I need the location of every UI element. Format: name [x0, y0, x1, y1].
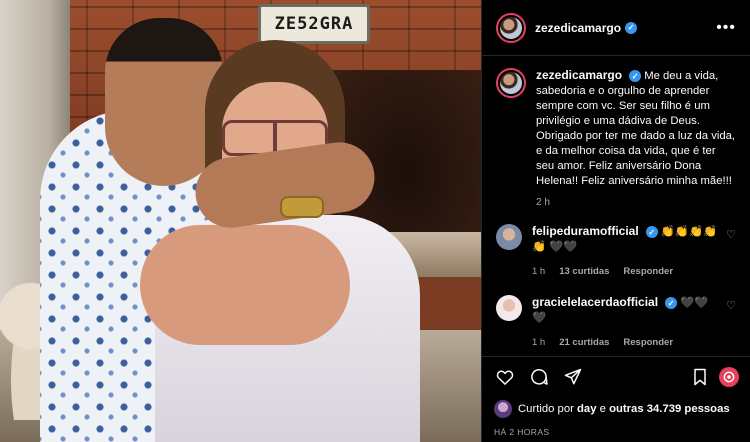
action-icons	[494, 365, 739, 389]
post-actions: Curtido por day e outras 34.739 pessoas …	[482, 356, 750, 442]
caption-text: Me deu a vida, sabedoria e o orgulho de …	[536, 70, 736, 187]
gold-watch	[280, 196, 324, 218]
likes-others[interactable]: outras 34.739 pessoas	[609, 403, 730, 415]
woman-arms	[140, 225, 350, 345]
post-timestamp[interactable]: HÁ 2 HORAS	[494, 427, 739, 437]
avatar-image	[500, 72, 522, 94]
verified-icon: ✓	[665, 297, 678, 310]
liker-username[interactable]: day	[577, 403, 596, 415]
verified-icon: ✓	[645, 226, 658, 239]
comment-avatar[interactable]	[496, 295, 522, 321]
reply-button[interactable]: Responder	[623, 335, 673, 350]
license-plate: ZE52GRA	[258, 4, 370, 44]
comment-body: felipeduramofficial ✓ 👏👏👏👏👏 🖤🖤 1 h 13 cur…	[532, 224, 736, 279]
comment-avatar[interactable]	[496, 224, 522, 250]
post-photo[interactable]: ZE52GRA	[0, 0, 481, 442]
comment-time[interactable]: 1 h	[532, 264, 545, 279]
comments-section[interactable]: zezedicamargo ✓ Me deu a vida, sabedoria …	[482, 56, 750, 356]
share-icon[interactable]	[562, 366, 584, 388]
comment-heart-icon[interactable]: ♡	[726, 299, 736, 312]
caption-avatar[interactable]	[496, 68, 526, 98]
comment-meta: 1 h 13 curtidas Responder	[532, 264, 718, 279]
caption: zezedicamargo ✓ Me deu a vida, sabedoria …	[496, 68, 736, 208]
verified-icon: ✓	[625, 21, 638, 34]
comment-heart-icon[interactable]: ♡	[726, 228, 736, 241]
comment-icon[interactable]	[528, 366, 550, 388]
comment-time[interactable]: 1 h	[532, 335, 545, 350]
promote-icon[interactable]	[719, 367, 739, 387]
likes-prefix: Curtido por	[518, 403, 574, 415]
reply-button[interactable]: Responder	[623, 264, 673, 279]
header-username[interactable]: zezedicamargo	[535, 21, 621, 35]
post-side-panel: zezedicamargo ✓ ••• zezedicamargo ✓ Me de…	[481, 0, 750, 442]
liker-avatar[interactable]	[494, 400, 512, 418]
heart-icon[interactable]	[494, 366, 516, 388]
comment-item: felipeduramofficial ✓ 👏👏👏👏👏 🖤🖤 1 h 13 cur…	[496, 224, 736, 279]
likes-connector: e	[599, 403, 606, 415]
profile-avatar[interactable]	[496, 12, 526, 43]
caption-username[interactable]: zezedicamargo	[536, 68, 622, 82]
verified-icon: ✓	[629, 70, 642, 83]
post-header: zezedicamargo ✓ •••	[482, 0, 750, 56]
likes-summary[interactable]: Curtido por day e outras 34.739 pessoas	[494, 400, 739, 418]
caption-time[interactable]: 2 h	[536, 197, 736, 208]
comment-item: gracielelacerdaofficial ✓ 🖤🖤🖤 1 h 21 curt…	[496, 295, 736, 350]
comment-likes[interactable]: 21 curtidas	[559, 335, 609, 350]
bookmark-icon[interactable]	[689, 366, 711, 388]
caption-text-block: zezedicamargo ✓ Me deu a vida, sabedoria …	[536, 68, 736, 189]
comment-body: gracielelacerdaofficial ✓ 🖤🖤🖤 1 h 21 curt…	[532, 295, 736, 350]
avatar-image	[500, 16, 522, 39]
caption-content: zezedicamargo ✓ Me deu a vida, sabedoria …	[536, 68, 736, 208]
more-options-icon[interactable]: •••	[716, 19, 736, 36]
comment-username[interactable]: gracielelacerdaofficial	[532, 295, 658, 309]
instagram-post: ZE52GRA zezedicamargo ✓ ••• zezedicamarg…	[0, 0, 750, 442]
comment-meta: 1 h 21 curtidas Responder	[532, 335, 718, 350]
comment-likes[interactable]: 13 curtidas	[559, 264, 609, 279]
comment-username[interactable]: felipeduramofficial	[532, 224, 639, 238]
